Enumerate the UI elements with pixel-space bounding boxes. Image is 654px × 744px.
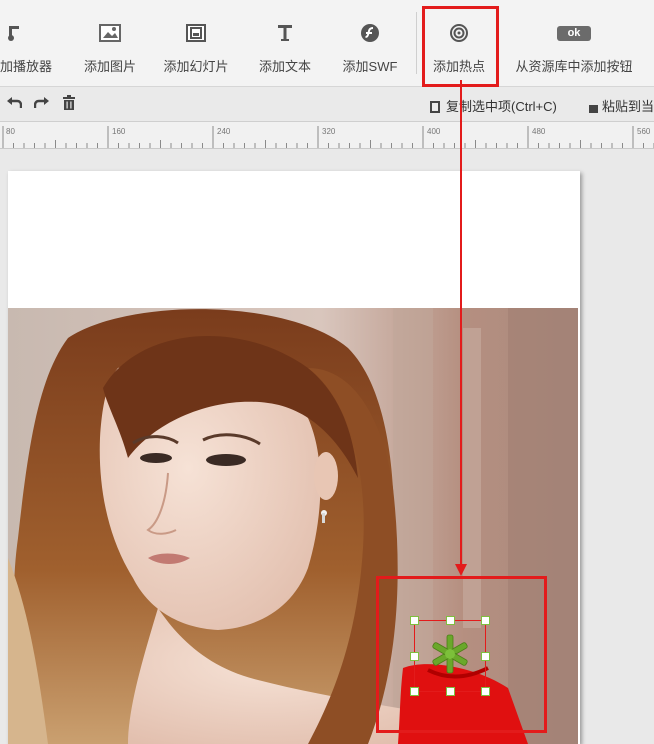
paste-button[interactable]: 粘贴到当 [586,96,654,115]
image-icon [99,22,121,44]
annotation-arrow [455,80,467,576]
ruler-label: 240 [217,127,231,136]
add-player-tool[interactable]: 添加播放器 [0,0,58,86]
ok-button-icon: ok [556,22,592,44]
music-player-icon [3,22,25,44]
trash-icon[interactable] [62,95,76,113]
ruler-label: 400 [427,127,441,136]
add-swf-label: 添加SWF [342,59,398,74]
add-player-label: 添加播放器 [0,59,52,74]
redo-icon[interactable] [33,95,50,112]
ok-badge: ok [557,25,591,41]
ruler-label: 560 [637,127,651,136]
paste-icon [586,101,598,113]
add-text-label: 添加文本 [258,59,311,74]
undo-icon[interactable] [6,95,23,112]
ruler-label: 160 [112,127,126,136]
action-bar: 复制选中项(Ctrl+C) 粘贴到当 [0,87,654,122]
add-slideshow-tool[interactable]: 添加幻灯片 [156,0,236,86]
text-icon [274,22,296,44]
copy-icon [430,101,440,113]
hotspot-canvas-highlight [376,576,547,733]
add-text-tool[interactable]: 添加文本 [252,0,318,86]
flash-icon [359,22,381,44]
toolbar: 添加播放器 添加图片 添加幻灯片 添加文本 添加SWF 添加热点 ok [0,0,654,87]
add-image-tool[interactable]: 添加图片 [76,0,144,86]
ruler-label: 320 [322,127,336,136]
add-library-button-label: 从资源库中添加按钮 [515,59,633,74]
add-swf-tool[interactable]: 添加SWF [334,0,406,86]
add-library-button-tool[interactable]: ok 从资源库中添加按钮 [502,0,646,86]
design-canvas [0,149,654,744]
paste-label: 粘贴到当 [602,99,654,114]
ruler-label: 480 [532,127,546,136]
horizontal-ruler: 80 160 240 320 400 480 560 [0,122,654,149]
ruler-label: 80 [6,127,15,136]
hotspot-tool-highlight [422,6,499,87]
add-image-label: 添加图片 [83,59,136,74]
slideshow-icon [185,22,207,44]
add-slideshow-label: 添加幻灯片 [163,59,229,74]
toolbar-divider [416,12,417,74]
